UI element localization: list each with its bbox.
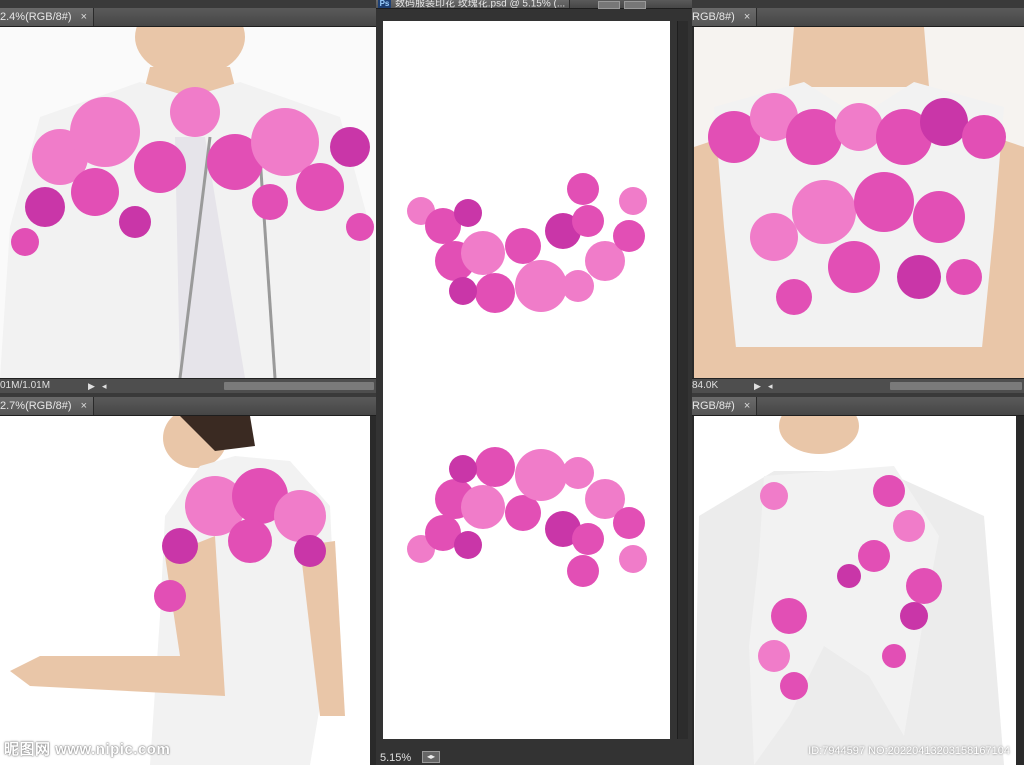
canvas-qipao-back[interactable]: 昵图网 www.nipic.com — [0, 416, 370, 765]
qipao-mockup-image — [0, 416, 370, 765]
zoom-level-readout[interactable]: 5.15% — [380, 752, 411, 764]
document-window-scarf: RGB/8#) × ID:7944597 NO:2022041320315816… — [692, 397, 1024, 765]
canvas-scarf[interactable]: ID:7944597 NO:20220413203158167104 — [694, 416, 1016, 765]
tab-label: 2.4%(RGB/8#) — [0, 11, 72, 23]
document-tab[interactable]: 2.4%(RGB/8#) × — [0, 8, 95, 26]
tab-bar: Ps 数码服装印花 玫瑰花.psd @ 5.15% (... — [376, 0, 692, 9]
horizontal-scrollbar[interactable] — [890, 382, 1022, 390]
document-size-readout: 01M/1.01M — [0, 380, 51, 391]
horizontal-scrollbar[interactable] — [224, 382, 374, 390]
tab-bar: RGB/8#) × — [692, 8, 1024, 27]
scroll-left-icon[interactable]: ◂ — [102, 379, 107, 393]
window-controls — [594, 1, 646, 19]
document-tab[interactable]: RGB/8#) × — [692, 397, 758, 415]
status-info-icon[interactable]: ◂▸ — [422, 751, 440, 763]
tab-bar: 2.4%(RGB/8#) × — [0, 8, 376, 27]
status-menu-arrow-icon[interactable]: ▶ — [88, 379, 95, 393]
document-window-rose-psd: Ps 数码服装印花 玫瑰花.psd @ 5.15% (... 5.15% ◂▸ — [376, 0, 692, 765]
tab-bar: RGB/8#) × — [692, 397, 1024, 416]
status-bar: 01M/1.01M ▶ ◂ — [0, 378, 376, 393]
document-size-readout: 84.0K — [692, 380, 719, 391]
tab-label: RGB/8#) — [692, 400, 735, 412]
document-tab[interactable]: Ps 数码服装印花 玫瑰花.psd @ 5.15% (... — [376, 0, 571, 8]
tab-label: 2.7%(RGB/8#) — [0, 400, 72, 412]
site-watermark: 昵图网 www.nipic.com — [4, 741, 171, 758]
close-icon[interactable]: × — [744, 11, 750, 23]
document-tab[interactable]: 2.7%(RGB/8#) × — [0, 397, 95, 415]
document-window-jacket: 2.4%(RGB/8#) × 01M/1.01M ▶ ◂ — [0, 8, 376, 393]
scarf-mockup-image — [694, 416, 1016, 765]
document-window-qipao-back: 2.7%(RGB/8#) × 昵图网 www.nipic.com — [0, 397, 376, 765]
status-bar: 84.0K ▶ ◂ — [692, 378, 1024, 393]
tab-label: RGB/8#) — [692, 11, 735, 23]
top-mockup-image — [694, 27, 1024, 378]
vertical-scrollbar[interactable] — [677, 21, 688, 739]
close-icon[interactable]: × — [81, 400, 87, 412]
rose-pattern-artwork — [383, 21, 670, 739]
maximize-icon[interactable] — [624, 1, 646, 9]
status-menu-arrow-icon[interactable]: ▶ — [754, 379, 761, 393]
jacket-mockup-image — [0, 27, 376, 378]
canvas-jacket[interactable] — [0, 27, 376, 378]
close-icon[interactable]: × — [81, 11, 87, 23]
canvas-top[interactable] — [694, 27, 1024, 378]
tab-label: 数码服装印花 玫瑰花.psd @ 5.15% (... — [395, 0, 566, 8]
canvas-rose-pattern[interactable] — [383, 21, 670, 739]
image-id-watermark: ID:7944597 NO:20220413203158167104 — [808, 745, 1010, 757]
document-tab[interactable]: RGB/8#) × — [692, 8, 758, 26]
tab-bar: 2.7%(RGB/8#) × — [0, 397, 376, 416]
document-window-top: RGB/8#) × 84.0K ▶ ◂ — [692, 8, 1024, 393]
close-icon[interactable]: × — [744, 400, 750, 412]
minimize-icon[interactable] — [598, 1, 620, 9]
photoshop-icon: Ps — [378, 0, 391, 8]
scroll-left-icon[interactable]: ◂ — [768, 379, 773, 393]
